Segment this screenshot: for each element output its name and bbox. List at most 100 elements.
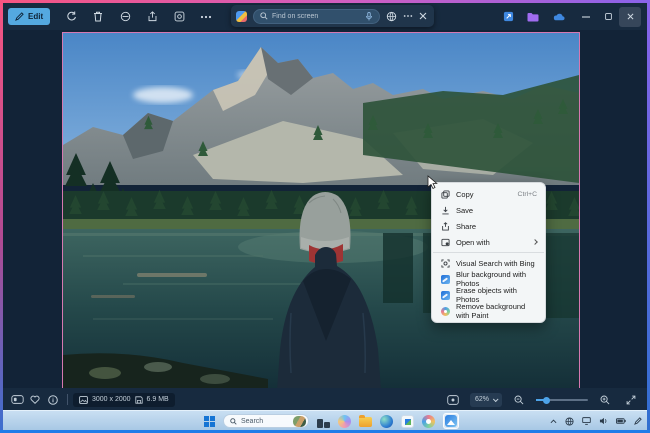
delete-icon[interactable] <box>89 8 107 25</box>
menu-item-share[interactable]: Share <box>432 218 545 234</box>
menu-item-label: Open with <box>456 237 490 247</box>
chevron-up-icon[interactable] <box>550 419 557 424</box>
zoom-level-dropdown[interactable]: 62% <box>469 392 502 407</box>
find-on-screen-bar: Find on screen <box>231 5 434 27</box>
hide-icon[interactable] <box>116 8 134 25</box>
zoom-level-value: 62% <box>474 396 489 403</box>
photos-app-taskbar-active[interactable] <box>443 413 459 429</box>
taskbar-search-box[interactable]: Search <box>223 414 309 428</box>
taskbar-tray <box>550 411 642 431</box>
share-icon <box>440 221 450 231</box>
context-menu: Copy Ctrl+C Save Share Open with Visual … <box>431 182 546 323</box>
menu-item-remove-background[interactable]: Remove background with Paint <box>432 302 545 320</box>
fullscreen-button[interactable] <box>622 392 640 408</box>
taskbar-center: Search <box>204 411 459 431</box>
screen-border-top <box>0 0 650 3</box>
image-metadata-chip: 3000 x 2000 6.9 MB <box>73 392 175 407</box>
display-icon[interactable] <box>582 417 591 425</box>
menu-item-save[interactable]: Save <box>432 202 545 218</box>
task-view-button[interactable] <box>317 415 330 428</box>
menu-shortcut: Ctrl+C <box>517 190 537 198</box>
mouse-cursor <box>427 175 438 190</box>
file-size: 6.9 MB <box>146 396 169 403</box>
menu-item-blur-background[interactable]: Blur background with Photos <box>432 270 545 288</box>
menu-item-label: Copy <box>456 189 474 199</box>
menu-item-copy[interactable]: Copy Ctrl+C <box>432 186 545 202</box>
photos-icon <box>445 415 457 427</box>
titlebar-toolbar <box>62 8 215 25</box>
web-globe-icon[interactable] <box>386 11 397 22</box>
search-placeholder: Search <box>241 417 264 425</box>
info-button[interactable] <box>44 392 62 408</box>
battery-icon[interactable] <box>616 418 626 424</box>
search-icon <box>260 12 268 20</box>
zoom-controls: 62% <box>444 392 640 408</box>
zoom-slider[interactable] <box>536 395 588 405</box>
visual-lens-icon[interactable] <box>170 8 188 25</box>
search-icon <box>230 417 237 425</box>
zoom-slider-thumb[interactable] <box>543 396 551 404</box>
network-globe-icon[interactable] <box>565 416 574 426</box>
menu-item-visual-search[interactable]: Visual Search with Bing <box>432 255 545 271</box>
menu-item-label: Visual Search with Bing <box>456 258 535 268</box>
folder-icon[interactable] <box>527 12 539 22</box>
edit-button[interactable]: Edit <box>8 8 51 25</box>
find-placeholder: Find on screen <box>272 12 319 20</box>
file-size-icon <box>134 395 143 404</box>
fit-to-window-button[interactable] <box>444 392 462 408</box>
menu-item-label: Save <box>456 205 474 215</box>
external-link-icon[interactable] <box>503 11 514 22</box>
menu-item-label: Remove background with Paint <box>456 302 526 320</box>
menu-item-open-with[interactable]: Open with <box>432 234 545 250</box>
menu-item-label: Share <box>456 221 477 231</box>
picture-icon <box>79 395 88 404</box>
close-button[interactable] <box>619 6 641 27</box>
visual-search-icon <box>440 258 450 268</box>
minimize-button[interactable] <box>575 7 597 27</box>
zoom-out-button[interactable] <box>510 392 528 408</box>
more-options-button[interactable] <box>197 8 215 25</box>
share-icon[interactable] <box>143 8 161 25</box>
open-with-icon <box>440 237 450 247</box>
window-controls <box>575 3 647 30</box>
file-explorer-icon[interactable] <box>359 415 372 427</box>
zoom-in-button[interactable] <box>596 392 614 408</box>
title-bar: Edit Find on screen <box>3 3 647 30</box>
find-on-screen-input[interactable]: Find on screen <box>253 8 380 24</box>
microsoft-store-icon[interactable] <box>401 414 414 428</box>
filmstrip-toggle-button[interactable] <box>8 392 26 408</box>
windows-taskbar: Search <box>0 410 650 430</box>
photos-app-window: Edit Find on screen Copy Ctrl+C Save Sha… <box>0 0 650 433</box>
submenu-arrow-icon <box>532 239 538 245</box>
onedrive-cloud-icon[interactable] <box>552 12 565 21</box>
start-button[interactable] <box>204 415 215 427</box>
copy-icon <box>440 189 450 199</box>
image-dimensions: 3000 x 2000 <box>92 396 131 403</box>
save-icon <box>440 205 450 215</box>
volume-icon[interactable] <box>599 417 608 425</box>
pen-icon[interactable] <box>634 417 642 425</box>
menu-item-erase-objects[interactable]: Erase objects with Photos <box>432 286 545 304</box>
photos-app-icon <box>440 290 450 300</box>
photos-app-icon <box>440 274 450 284</box>
chevron-down-icon <box>492 395 499 402</box>
edge-browser-icon[interactable] <box>380 414 393 428</box>
overlay-close-button[interactable] <box>419 12 427 20</box>
overlay-more-button[interactable] <box>403 14 413 18</box>
microphone-icon[interactable] <box>365 11 373 21</box>
search-highlight-image[interactable] <box>293 415 306 427</box>
paint-icon[interactable] <box>422 414 435 428</box>
maximize-button[interactable] <box>597 7 619 27</box>
status-divider <box>67 394 68 405</box>
menu-separator <box>433 252 544 253</box>
edit-button-label: Edit <box>28 12 44 21</box>
favorite-heart-button[interactable] <box>26 392 44 408</box>
edit-pencil-icon <box>15 12 24 21</box>
screen-border-left <box>0 0 3 433</box>
photo-viewer-canvas <box>3 30 647 391</box>
paint-app-icon <box>440 306 450 316</box>
rotate-icon[interactable] <box>62 8 80 25</box>
copilot-icon[interactable] <box>338 414 351 428</box>
screen-search-logo-icon <box>236 10 247 22</box>
titlebar-right-icons <box>503 3 565 30</box>
